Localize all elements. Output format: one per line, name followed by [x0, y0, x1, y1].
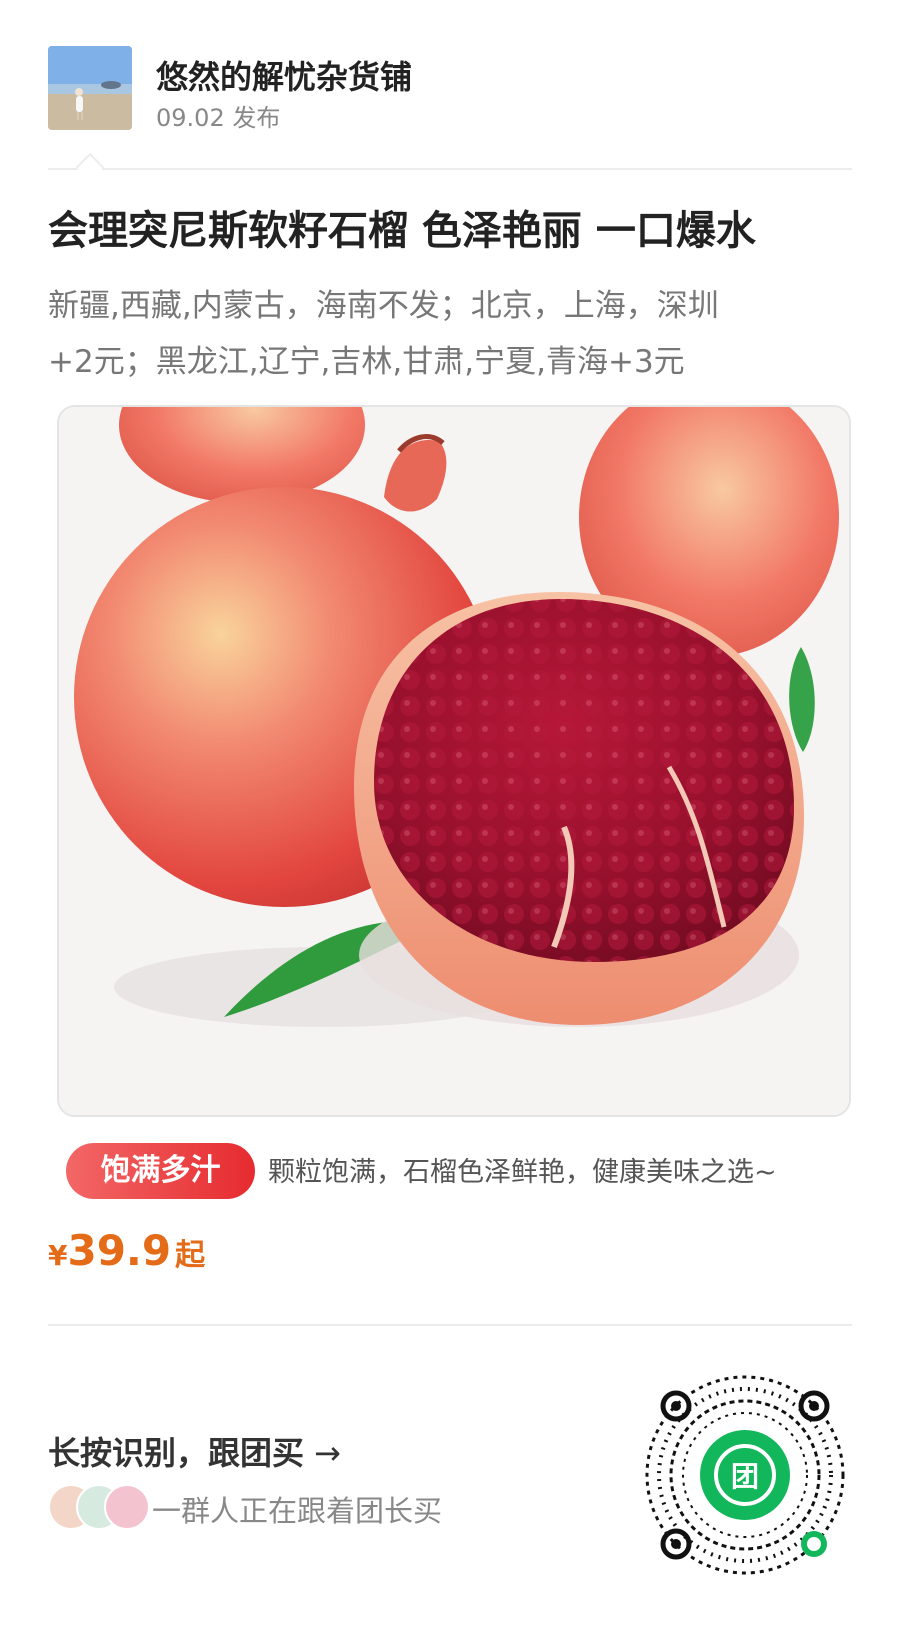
cta-label: 长按识别，跟团买	[48, 1434, 305, 1472]
product-title: 会理突尼斯软籽石榴 色泽艳丽 一口爆水	[48, 208, 756, 254]
buyer-avatar-icon	[104, 1484, 150, 1530]
arrow-right-icon: →	[314, 1434, 341, 1472]
buyers-indicator: 一群人正在跟着团长买	[48, 1484, 608, 1530]
product-image[interactable]	[57, 405, 851, 1117]
price-currency: ¥	[48, 1239, 68, 1272]
product-feature-tag: 饱满多汁	[66, 1143, 255, 1199]
qr-code-icon: 团	[640, 1370, 850, 1580]
buyers-text: 一群人正在跟着团长买	[152, 1494, 443, 1528]
shipping-notes: 新疆,西藏,内蒙古，海南不发；北京，上海，深圳 +2元；黑龙江,辽宁,吉林,甘肃…	[48, 278, 858, 390]
post-header: 悠然的解忧杂货铺 09.02 发布	[48, 46, 868, 132]
footer-divider	[48, 1324, 852, 1326]
pomegranate-photo-icon	[59, 407, 849, 1115]
header-divider	[48, 168, 852, 170]
price-suffix: 起	[175, 1238, 206, 1273]
shop-avatar[interactable]	[48, 46, 132, 130]
qr-center-label: 团	[731, 1460, 759, 1493]
product-price: ¥39.9 起	[48, 1226, 205, 1275]
price-value: 39.9	[67, 1226, 172, 1275]
divider-notch	[75, 152, 105, 182]
follow-group-buy-cta[interactable]: 长按识别，跟团买 →	[48, 1428, 341, 1474]
shop-name[interactable]: 悠然的解忧杂货铺	[156, 52, 412, 98]
mini-program-qr-code[interactable]: 团	[640, 1370, 850, 1580]
post-date: 09.02 发布	[156, 104, 281, 132]
shipping-line-1: 新疆,西藏,内蒙古，海南不发；北京，上海，深圳	[48, 288, 719, 324]
avatar-beach-photo-icon	[48, 46, 132, 130]
shipping-line-2: +2元；黑龙江,辽宁,吉林,甘肃,宁夏,青海+3元	[48, 344, 685, 380]
product-feature-description: 颗粒饱满，石榴色泽鲜艳，健康美味之选~	[268, 1157, 777, 1188]
